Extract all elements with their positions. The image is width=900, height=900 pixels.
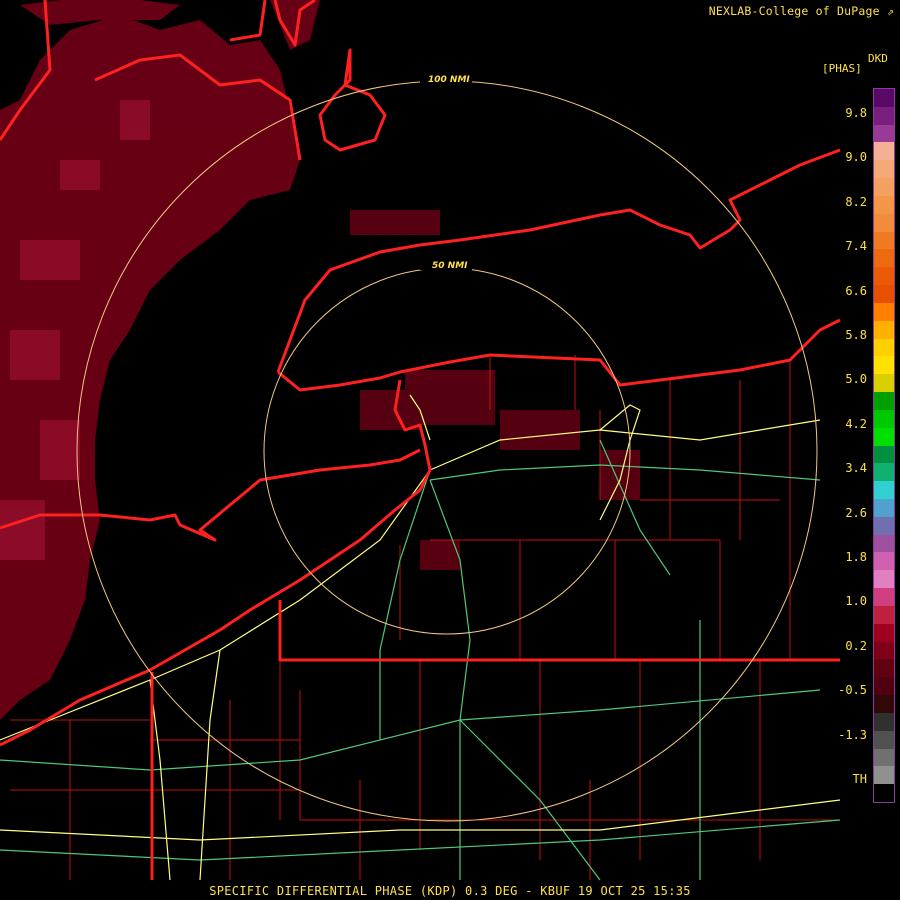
colorbar-tick-label: 5.8 <box>845 328 867 342</box>
units-label: [PHAS] <box>822 62 862 75</box>
colorbar-segment <box>874 267 894 286</box>
colorbar-segment <box>874 213 894 233</box>
colorbar-tick-label: 6.6 <box>845 283 867 298</box>
colorbar-segment <box>874 498 894 518</box>
colorbar-segment <box>874 374 894 393</box>
colorbar-segment <box>874 302 894 322</box>
colorbar-tick-label: 1.0 <box>845 594 867 609</box>
colorbar-segment <box>874 231 894 250</box>
colorbar-segment <box>874 516 894 536</box>
colorbar-segment <box>874 124 894 143</box>
colorbar-segment <box>874 712 894 732</box>
colorbar-segment <box>874 142 894 161</box>
colorbar-segment <box>874 570 894 589</box>
ring-label-50: 50 NMI <box>432 261 468 271</box>
colorbar-segment <box>874 106 894 126</box>
colorbar-segment <box>874 409 894 429</box>
colorbar-segment <box>874 195 894 215</box>
credit-text: NEXLAB-College of DuPage <box>708 4 880 18</box>
colorbar-tick-label: 0.2 <box>845 638 867 653</box>
colorbar-segment <box>874 249 894 268</box>
colorbar <box>873 88 895 803</box>
colorbar-segment <box>874 392 894 411</box>
colorbar-segment <box>874 695 894 714</box>
colorbar-segment <box>874 338 894 357</box>
cursor-arrow-icon: ⇗ <box>886 4 894 18</box>
colorbar-segment <box>874 748 894 767</box>
colorbar-segment <box>874 730 894 749</box>
range-ring-50 <box>263 267 631 635</box>
colorbar-segment <box>874 285 894 304</box>
colorbar-segment <box>874 659 894 678</box>
colorbar-segment <box>874 160 894 179</box>
colorbar-tick-label: 3.4 <box>845 461 867 476</box>
colorbar-tick-label: -1.3 <box>838 727 867 742</box>
colorbar-segment <box>874 641 894 660</box>
colorbar-segment <box>874 605 894 625</box>
colorbar-tick-label: 1.8 <box>845 550 867 564</box>
colorbar-tick-label: 5.0 <box>845 372 867 387</box>
colorbar-segment <box>874 445 894 464</box>
colorbar-tick-label: 4.2 <box>845 416 867 431</box>
colorbar-segment <box>874 320 894 340</box>
colorbar-segment <box>874 588 894 607</box>
colorbar-tick-label: 2.6 <box>845 505 867 520</box>
colorbar-segment <box>874 481 894 500</box>
product-code: DKD <box>868 52 888 65</box>
colorbar-segment <box>874 784 894 803</box>
colorbar-segment <box>874 463 894 482</box>
colorbar-tick-label: 7.4 <box>845 239 867 254</box>
colorbar-tick-label: TH <box>852 772 867 786</box>
credit-label: NEXLAB-College of DuPage ⇗ <box>709 4 894 18</box>
county-boundaries <box>10 355 840 880</box>
colorbar-tick-label: -0.5 <box>838 683 867 698</box>
colorbar-tick-label: 9.8 <box>845 106 867 120</box>
ring-label-100: 100 NMI <box>428 75 470 85</box>
colorbar-segment <box>874 356 894 375</box>
colorbar-segment <box>874 552 894 571</box>
radar-map: 50 NMI 100 NMI <box>0 0 841 881</box>
footer-caption: SPECIFIC DIFFERENTIAL PHASE (KDP) 0.3 DE… <box>209 884 691 898</box>
colorbar-segment <box>874 534 894 553</box>
colorbar-segment <box>874 178 894 197</box>
radar-speckle-near <box>350 210 640 570</box>
colorbar-tick-label: 9.0 <box>845 150 867 165</box>
colorbar-segment <box>874 677 894 696</box>
colorbar-tick-label: 8.2 <box>845 194 867 209</box>
colorbar-segment <box>874 623 894 643</box>
colorbar-segment <box>874 766 894 785</box>
colorbar-segment <box>874 89 894 108</box>
colorbar-segment <box>874 427 894 446</box>
